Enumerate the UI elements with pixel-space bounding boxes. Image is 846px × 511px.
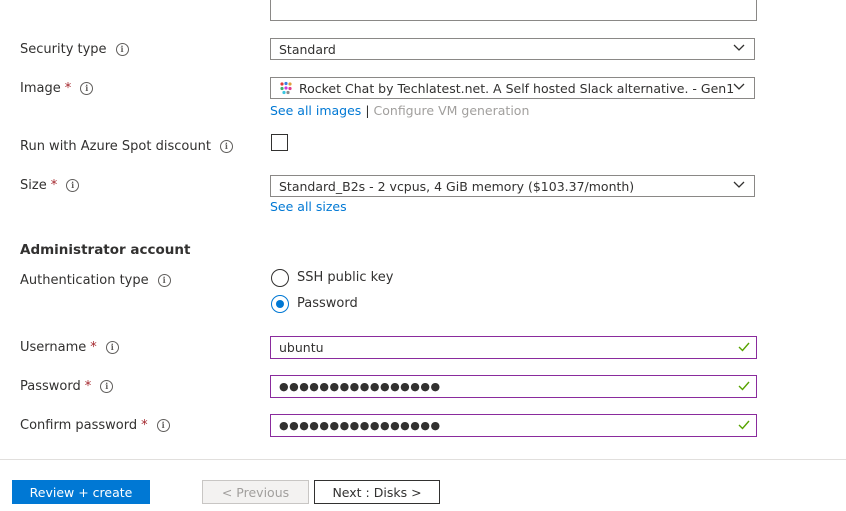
security-type-label: Security type i	[20, 42, 129, 57]
footer-divider	[0, 459, 846, 460]
next-disks-button[interactable]: Next : Disks >	[314, 480, 440, 504]
required-asterisk: *	[50, 178, 58, 193]
info-icon[interactable]: i	[66, 179, 80, 192]
admin-account-heading: Administrator account	[20, 242, 191, 258]
radio-label-password[interactable]: Password	[297, 296, 358, 311]
see-all-images-link[interactable]: See all images	[270, 103, 361, 118]
security-type-dropdown[interactable]: Standard	[270, 38, 755, 60]
size-value: Standard_B2s - 2 vcpus, 4 GiB memory ($1…	[279, 178, 635, 194]
rocket-chat-logo-icon	[279, 81, 293, 95]
username-label: Username * i	[20, 340, 119, 355]
chevron-down-icon	[733, 44, 745, 51]
link-separator: |	[365, 103, 370, 118]
confirm-password-label: Confirm password * i	[20, 418, 170, 433]
password-label: Password * i	[20, 379, 114, 394]
size-dropdown[interactable]: Standard_B2s - 2 vcpus, 4 GiB memory ($1…	[270, 175, 755, 197]
radio-ssh-public-key[interactable]	[271, 269, 289, 287]
radio-password[interactable]	[271, 295, 289, 313]
required-asterisk: *	[90, 340, 97, 355]
info-icon[interactable]: i	[219, 140, 233, 153]
configure-vm-generation-link: Configure VM generation	[373, 103, 530, 118]
password-input[interactable]: ●●●●●●●●●●●●●●●●	[270, 375, 757, 398]
security-type-value: Standard	[279, 41, 336, 57]
size-label-text: Size	[20, 178, 47, 193]
see-all-sizes-link[interactable]: See all sizes	[270, 199, 347, 214]
spot-label-text: Run with Azure Spot discount	[20, 139, 211, 154]
chevron-down-icon	[733, 181, 745, 188]
info-icon[interactable]: i	[80, 82, 94, 95]
password-value: ●●●●●●●●●●●●●●●●	[279, 380, 441, 393]
previous-button[interactable]: < Previous	[202, 480, 309, 504]
image-label-text: Image	[20, 81, 61, 96]
info-icon[interactable]: i	[115, 43, 129, 56]
radio-label-ssh[interactable]: SSH public key	[297, 270, 393, 285]
review-create-button[interactable]: Review + create	[12, 480, 150, 504]
auth-type-label-text: Authentication type	[20, 273, 149, 288]
spot-checkbox[interactable]	[271, 134, 288, 151]
info-icon[interactable]: i	[157, 274, 171, 287]
image-links: See all images | Configure VM generation	[270, 103, 529, 118]
username-input[interactable]: ubuntu	[270, 336, 757, 359]
confirm-password-input[interactable]: ●●●●●●●●●●●●●●●●	[270, 414, 757, 437]
chevron-down-icon	[733, 83, 745, 90]
required-asterisk: *	[84, 379, 92, 394]
image-dropdown[interactable]: Rocket Chat by Techlatest.net. A Self ho…	[270, 77, 755, 99]
auth-type-label: Authentication type i	[20, 273, 171, 288]
info-icon[interactable]: i	[100, 380, 114, 393]
checkmark-icon	[738, 420, 750, 430]
confirm-password-value: ●●●●●●●●●●●●●●●●	[279, 419, 441, 432]
password-label-text: Password	[20, 379, 81, 394]
confirm-password-label-text: Confirm password	[20, 418, 138, 433]
spot-label: Run with Azure Spot discount i	[20, 139, 233, 154]
info-icon[interactable]: i	[156, 419, 170, 432]
required-asterisk: *	[141, 418, 148, 433]
username-value: ubuntu	[279, 340, 324, 355]
image-value: Rocket Chat by Techlatest.net. A Self ho…	[299, 80, 735, 96]
security-type-label-text: Security type	[20, 42, 107, 57]
username-label-text: Username	[20, 340, 87, 355]
image-label: Image * i	[20, 81, 94, 96]
info-icon[interactable]: i	[105, 341, 119, 354]
partial-field-above[interactable]	[270, 0, 757, 21]
size-label: Size * i	[20, 178, 80, 193]
required-asterisk: *	[64, 81, 72, 96]
checkmark-icon	[738, 381, 750, 391]
checkmark-icon	[738, 342, 750, 352]
